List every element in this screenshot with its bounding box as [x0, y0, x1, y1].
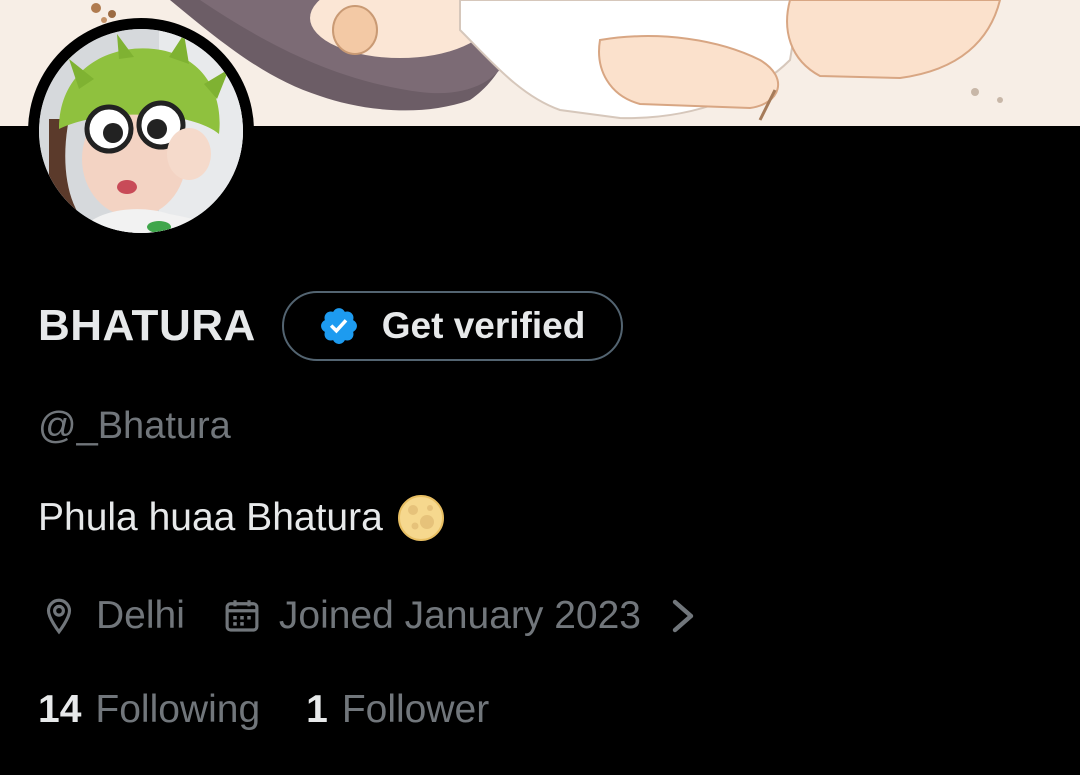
get-verified-label: Get verified: [381, 305, 586, 346]
get-verified-button[interactable]: Get verified: [281, 291, 624, 361]
joined-item[interactable]: Joined January 2023: [221, 594, 697, 638]
profile-bio: Phula huaa Bhatura: [38, 494, 445, 542]
profile-meta-row: Delhi Joined January 2023: [38, 588, 697, 644]
avatar[interactable]: [39, 29, 243, 233]
joined-text: Joined January 2023: [278, 594, 641, 637]
followers-count: 1: [306, 688, 328, 731]
chevron-right-icon[interactable]: [669, 596, 697, 636]
location-pin-icon: [38, 595, 80, 637]
name-row: BHATURA Get verified: [38, 288, 624, 364]
profile-stats-row: 14 Following 1 Follower: [38, 682, 489, 738]
bio-text: Phula huaa Bhatura: [38, 496, 383, 539]
following-label: Following: [95, 688, 261, 731]
full-moon-emoji-icon: [397, 494, 445, 542]
verified-badge-icon: [318, 305, 360, 347]
avatar-image: [39, 29, 243, 233]
calendar-icon: [221, 595, 263, 637]
following-count: 14: [38, 688, 82, 731]
location-text: Delhi: [96, 594, 185, 637]
profile-handle: @_Bhatura: [38, 405, 231, 447]
display-name: BHATURA: [38, 301, 256, 350]
followers-label: Follower: [341, 688, 490, 731]
avatar-frame: [28, 18, 254, 244]
following-link[interactable]: 14 Following: [38, 688, 260, 732]
followers-link[interactable]: 1 Follower: [306, 688, 489, 732]
location-item: Delhi: [38, 594, 185, 638]
